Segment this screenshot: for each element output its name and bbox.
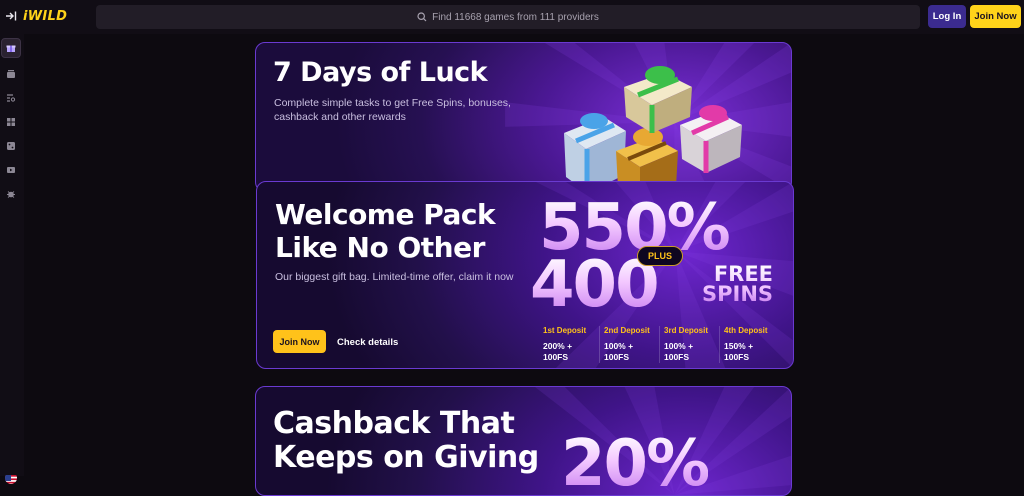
gift-boxes-illustration — [564, 66, 742, 191]
promo-subtitle: Our biggest gift bag. Limited-time offer… — [275, 271, 514, 283]
search-bar[interactable]: Find 11668 games from 111 providers — [96, 5, 920, 29]
search-list-icon — [7, 94, 16, 102]
language-flag-icon[interactable] — [5, 472, 17, 484]
sidebar-item-search[interactable] — [1, 88, 21, 108]
deposit-label: 1st Deposit — [543, 326, 587, 335]
deposit-item: 3rd Deposit 100% + 100FS — [659, 326, 719, 363]
sidebar — [0, 34, 24, 484]
free-word: FREE — [713, 262, 774, 286]
sidebar-item-other[interactable] — [1, 184, 21, 204]
free-spins-count: 400 — [530, 248, 660, 322]
deposit-value: 100FS — [664, 352, 690, 362]
deposit-label: 3rd Deposit — [664, 326, 709, 335]
sidebar-item-promotions[interactable] — [1, 38, 21, 58]
promo-card-cashback[interactable]: Cashback That Keeps on Giving 20% — [255, 386, 792, 496]
plus-badge: PLUS — [637, 246, 683, 266]
promo-title: 7 Days of Luck — [273, 57, 488, 88]
promo-title: Welcome Pack Like No Other — [275, 198, 496, 264]
bug-icon — [7, 191, 15, 198]
deposit-value: 100% + — [664, 341, 694, 351]
search-icon — [417, 12, 427, 22]
search-placeholder: Find 11668 games from 111 providers — [432, 11, 599, 23]
cashback-percent: 20% — [561, 427, 710, 496]
deposit-value: 100FS — [543, 352, 569, 362]
sidebar-item-table-games[interactable] — [1, 136, 21, 156]
collapse-sidebar-icon[interactable] — [5, 10, 19, 24]
dice-icon — [7, 142, 15, 150]
top-bar: iWILD Find 11668 games from 111 provider… — [0, 0, 1024, 34]
deposit-item: 2nd Deposit 100% + 100FS — [599, 326, 659, 363]
deposit-item: 1st Deposit 200% + 100FS — [539, 326, 599, 363]
deposit-value: 100FS — [724, 352, 750, 362]
deposit-item: 4th Deposit 150% + 100FS — [719, 326, 779, 363]
deposit-label: 2nd Deposit — [604, 326, 650, 335]
promo-card-welcome-pack[interactable]: Welcome Pack Like No Other Our biggest g… — [256, 181, 794, 369]
join-now-button[interactable]: Join Now — [273, 330, 326, 353]
sidebar-item-categories[interactable] — [1, 112, 21, 132]
promo-title: Cashback That Keeps on Giving — [273, 406, 539, 475]
deposit-value: 200% + — [543, 341, 573, 351]
deposit-value: 150% + — [724, 341, 754, 351]
sidebar-item-live[interactable] — [1, 160, 21, 180]
logo[interactable]: iWILD — [23, 9, 67, 24]
join-now-button[interactable]: Join Now — [970, 5, 1021, 28]
gift-icon — [6, 45, 16, 52]
login-button[interactable]: Log In — [928, 5, 966, 28]
deposit-label: 4th Deposit — [724, 326, 768, 335]
sidebar-item-games[interactable] — [1, 64, 21, 84]
cards-icon — [7, 70, 15, 78]
deposit-breakdown: 1st Deposit 200% + 100FS 2nd Deposit 100… — [539, 326, 779, 363]
grid-icon — [7, 118, 15, 126]
free-spins-label: FREE SPINS — [702, 264, 773, 304]
promo-subtitle: Complete simple tasks to get Free Spins,… — [274, 97, 511, 123]
promo-card-7-days-luck[interactable]: 7 Days of Luck Complete simple tasks to … — [255, 42, 792, 192]
check-details-link[interactable]: Check details — [337, 337, 398, 348]
deposit-value: 100% + — [604, 341, 634, 351]
deposit-value: 100FS — [604, 352, 630, 362]
spins-word: SPINS — [702, 282, 774, 306]
live-icon — [7, 167, 15, 173]
